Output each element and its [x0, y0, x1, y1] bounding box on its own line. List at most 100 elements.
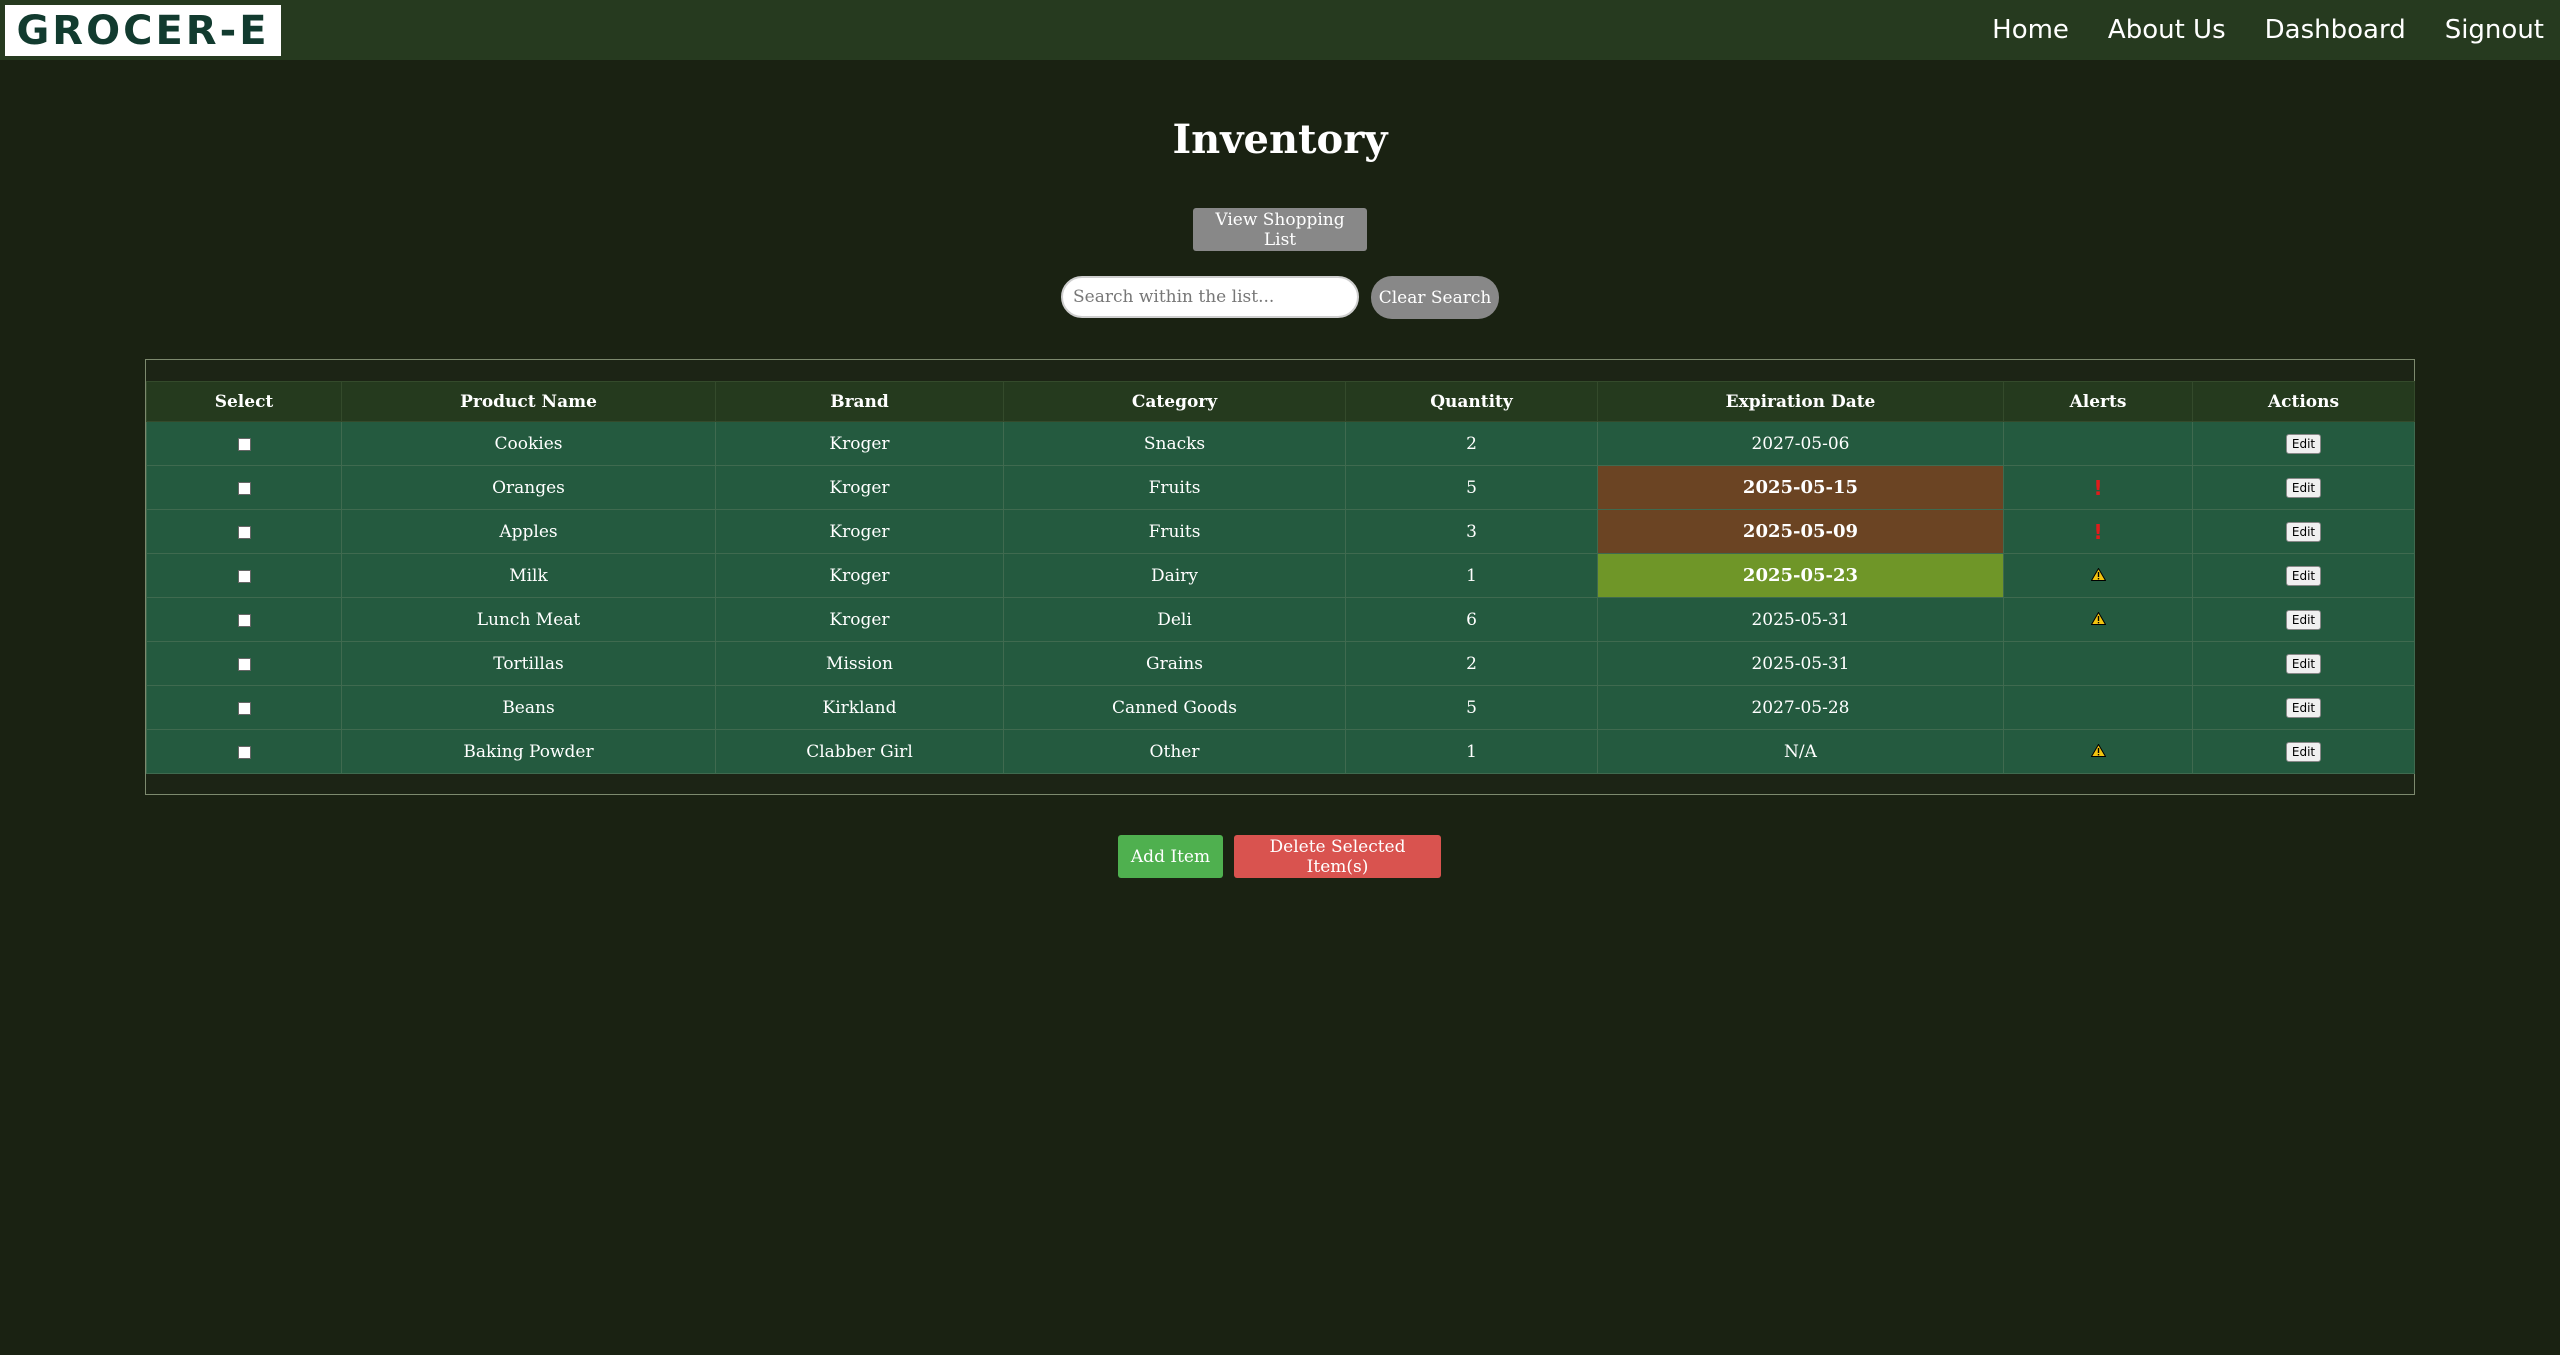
edit-button[interactable]: Edit — [2285, 698, 2322, 718]
expiration-date-cell: N/A — [1597, 729, 2004, 774]
actions-cell: Edit — [2192, 729, 2415, 774]
table-body: Cookies Kroger Snacks 2 2027-05-06 Edit Orange… — [146, 421, 2415, 774]
brand-cell: Kroger — [715, 509, 1004, 554]
header-expiration-date: Expiration Date — [1597, 381, 2004, 422]
expiration-date-cell: 2025-05-15 — [1597, 465, 2004, 510]
quantity-cell: 5 — [1345, 685, 1598, 730]
edit-button[interactable]: Edit — [2285, 478, 2322, 498]
select-cell — [146, 421, 342, 466]
brand-cell: Kroger — [715, 597, 1004, 642]
quantity-cell: 6 — [1345, 597, 1598, 642]
category-cell: Snacks — [1003, 421, 1346, 466]
select-cell — [146, 465, 342, 510]
product-name-cell: Tortillas — [341, 641, 716, 686]
header-select: Select — [146, 381, 342, 422]
logo-text: GROCER-E — [16, 7, 270, 54]
exclamation-icon: ! — [2093, 519, 2103, 544]
expiration-date-cell: 2027-05-28 — [1597, 685, 2004, 730]
navbar: GROCER-E Home About Us Dashboard Signout — [0, 0, 2560, 60]
alert-cell — [2003, 729, 2193, 774]
actions-cell: Edit — [2192, 597, 2415, 642]
select-cell — [146, 685, 342, 730]
header-category: Category — [1003, 381, 1346, 422]
select-cell — [146, 729, 342, 774]
alert-cell — [2003, 553, 2193, 598]
header-actions: Actions — [2192, 381, 2415, 422]
actions-cell: Edit — [2192, 421, 2415, 466]
table-row: Lunch Meat Kroger Deli 6 2025-05-31 Edit — [146, 597, 2415, 642]
alert-cell: ! — [2003, 465, 2193, 510]
expiration-date-cell: 2025-05-23 — [1597, 553, 2004, 598]
header-quantity: Quantity — [1345, 381, 1598, 422]
header-product-name: Product Name — [341, 381, 716, 422]
row-select-checkbox[interactable] — [237, 437, 251, 451]
nav-link-home[interactable]: Home — [1992, 15, 2069, 45]
nav-link-signout[interactable]: Signout — [2445, 15, 2544, 45]
row-select-checkbox[interactable] — [237, 569, 251, 583]
product-name-cell: Oranges — [341, 465, 716, 510]
row-select-checkbox[interactable] — [237, 701, 251, 715]
product-name-cell: Cookies — [341, 421, 716, 466]
alert-cell — [2003, 597, 2193, 642]
product-name-cell: Apples — [341, 509, 716, 554]
actions-cell: Edit — [2192, 509, 2415, 554]
warning-icon — [2090, 742, 2106, 762]
table-row: Baking Powder Clabber Girl Other 1 N/A Edit — [146, 729, 2415, 774]
table-row: Beans Kirkland Canned Goods 5 2027-05-28 Edit — [146, 685, 2415, 730]
view-shopping-list-button[interactable]: View Shopping List — [1193, 208, 1367, 251]
table-header-row: Select Product Name Brand Category Quant… — [146, 381, 2415, 422]
edit-button[interactable]: Edit — [2285, 610, 2322, 630]
alert-cell — [2003, 641, 2193, 686]
inventory-table: Select Product Name Brand Category Quant… — [146, 381, 2415, 774]
category-cell: Fruits — [1003, 509, 1346, 554]
table-row: Tortillas Mission Grains 2 2025-05-31 Edit — [146, 641, 2415, 686]
quantity-cell: 3 — [1345, 509, 1598, 554]
row-select-checkbox[interactable] — [237, 613, 251, 627]
select-cell — [146, 553, 342, 598]
brand-cell: Kroger — [715, 421, 1004, 466]
category-cell: Dairy — [1003, 553, 1346, 598]
add-item-button[interactable]: Add Item — [1118, 835, 1223, 878]
nav-link-dashboard[interactable]: Dashboard — [2265, 15, 2406, 45]
category-cell: Fruits — [1003, 465, 1346, 510]
inventory-table-container: Select Product Name Brand Category Quant… — [145, 359, 2415, 795]
select-cell — [146, 597, 342, 642]
expiration-date-cell: 2025-05-09 — [1597, 509, 2004, 554]
category-cell: Grains — [1003, 641, 1346, 686]
select-cell — [146, 509, 342, 554]
brand-cell: Kirkland — [715, 685, 1004, 730]
warning-icon — [2090, 610, 2106, 630]
product-name-cell: Baking Powder — [341, 729, 716, 774]
brand-cell: Kroger — [715, 553, 1004, 598]
alert-cell — [2003, 421, 2193, 466]
edit-button[interactable]: Edit — [2285, 654, 2322, 674]
nav-link-about-us[interactable]: About Us — [2108, 15, 2226, 45]
nav-links: Home About Us Dashboard Signout — [1953, 0, 2544, 60]
actions-cell: Edit — [2192, 553, 2415, 598]
brand-cell: Mission — [715, 641, 1004, 686]
expiration-date-cell: 2025-05-31 — [1597, 641, 2004, 686]
row-select-checkbox[interactable] — [237, 745, 251, 759]
page-title: Inventory — [1172, 116, 1388, 163]
clear-search-button[interactable]: Clear Search — [1371, 276, 1499, 319]
edit-button[interactable]: Edit — [2285, 566, 2322, 586]
edit-button[interactable]: Edit — [2285, 522, 2322, 542]
row-select-checkbox[interactable] — [237, 481, 251, 495]
category-cell: Other — [1003, 729, 1346, 774]
category-cell: Deli — [1003, 597, 1346, 642]
edit-button[interactable]: Edit — [2285, 434, 2322, 454]
quantity-cell: 1 — [1345, 729, 1598, 774]
row-select-checkbox[interactable] — [237, 657, 251, 671]
search-input[interactable] — [1061, 276, 1359, 318]
logo[interactable]: GROCER-E — [5, 5, 281, 56]
edit-button[interactable]: Edit — [2285, 742, 2322, 762]
brand-cell: Kroger — [715, 465, 1004, 510]
delete-selected-button[interactable]: Delete Selected Item(s) — [1234, 835, 1441, 878]
actions-cell: Edit — [2192, 685, 2415, 730]
row-select-checkbox[interactable] — [237, 525, 251, 539]
table-row: Cookies Kroger Snacks 2 2027-05-06 Edit — [146, 421, 2415, 466]
expiration-date-cell: 2025-05-31 — [1597, 597, 2004, 642]
select-cell — [146, 641, 342, 686]
expiration-date-cell: 2027-05-06 — [1597, 421, 2004, 466]
quantity-cell: 2 — [1345, 641, 1598, 686]
